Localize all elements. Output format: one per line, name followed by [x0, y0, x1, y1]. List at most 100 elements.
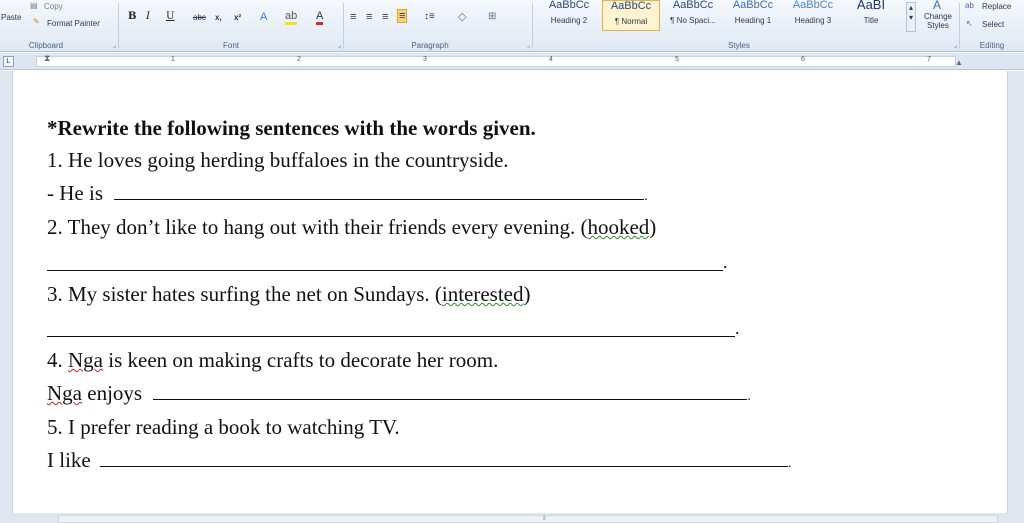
font-color-icon[interactable]: A	[316, 10, 324, 25]
answer-5-prefix: I like	[47, 448, 91, 472]
style-sample: AaBbCc	[792, 0, 834, 10]
font-launcher-icon[interactable]: ⌟	[338, 41, 341, 49]
ruler-number: 2	[297, 56, 301, 63]
underline-button[interactable]: U	[166, 11, 174, 22]
subscript-button[interactable]: x,	[215, 13, 222, 22]
answer-2-blank[interactable]	[47, 270, 723, 271]
answer-4-blank[interactable]	[153, 382, 748, 400]
style-name: Heading 3	[794, 16, 832, 25]
style-normal[interactable]: AaBbCc ¶ Normal	[602, 0, 660, 31]
styles-more-icon[interactable]: ▴ ▾	[906, 2, 916, 32]
text-effects-icon[interactable]: A	[260, 11, 267, 23]
select-icon[interactable]: ↖	[966, 19, 973, 28]
styles-label: Styles	[728, 41, 750, 50]
answer-5-period: .	[787, 456, 792, 471]
style-heading-2[interactable]: AaBbCc Heading 2	[541, 0, 597, 31]
strikethrough-button[interactable]: abc	[193, 13, 206, 22]
align-right-icon[interactable]: ≡	[382, 11, 388, 23]
style-sample: AaBbCc	[732, 0, 774, 10]
question-3-keyword: interested	[441, 282, 524, 306]
change-styles-icon[interactable]: A	[933, 0, 941, 12]
line-spacing-icon[interactable]: ↕≡	[424, 11, 435, 22]
tab-selector-icon[interactable]: L	[3, 56, 14, 67]
replace-button[interactable]: Replace	[982, 2, 1011, 11]
question-4-number: 4.	[47, 348, 68, 372]
style-heading-1[interactable]: AaBbCc Heading 1	[725, 0, 781, 31]
justify-icon[interactable]: ≡	[397, 9, 408, 23]
format-painter-button[interactable]: Format Painter	[47, 19, 100, 28]
answer-2-period: .	[723, 252, 728, 272]
highlight-icon[interactable]: ab	[285, 10, 298, 25]
ruler-number: 3	[423, 56, 427, 63]
styles-launcher-icon[interactable]: ⌟	[954, 41, 957, 49]
copy-icon[interactable]: ▤	[30, 1, 38, 10]
question-2-text: 2. They don’t like to hang out with thei…	[47, 215, 588, 239]
question-4-name: Nga	[68, 348, 103, 372]
answer-5-blank[interactable]	[99, 449, 788, 467]
answer-5-line: I like .	[47, 448, 791, 476]
replace-icon[interactable]: ab	[965, 1, 974, 10]
font-group: B I U abc x, x² A ab A Font ⌟	[119, 0, 343, 52]
ruler-number: 1	[171, 56, 175, 63]
right-indent-icon[interactable]: ▲	[955, 58, 963, 67]
clipboard-label: Clipboard	[28, 41, 64, 50]
question-4-text: is keen on making crafts to decorate her…	[103, 348, 499, 372]
shading-icon[interactable]: ◇	[458, 10, 466, 23]
question-1: 1. He loves going herding buffaloes in t…	[47, 148, 509, 172]
style-sample: AaBI	[856, 0, 886, 10]
document-page[interactable]: *Rewrite the following sentences with th…	[12, 71, 1008, 513]
style-no-spacing[interactable]: AaBbCc ¶ No Spaci...	[663, 0, 723, 31]
styles-group: AaBbCc Heading 2 AaBbCc ¶ Normal AaBbCc …	[533, 0, 959, 52]
format-painter-icon[interactable]: ✎	[33, 17, 40, 26]
style-sample: AaBbCc	[672, 0, 714, 10]
answer-1-line: - He is .	[47, 181, 648, 209]
scrollbar-grip-icon[interactable]: ⦀	[543, 516, 549, 522]
ribbon: Paste ▤ Copy ✎ Format Painter Clipboard …	[0, 0, 1024, 52]
answer-3-period: .	[735, 318, 740, 338]
align-left-icon[interactable]: ≡	[350, 11, 356, 23]
copy-button[interactable]: Copy	[44, 2, 63, 11]
superscript-button[interactable]: x²	[234, 13, 241, 22]
change-styles-button[interactable]: Change Styles	[920, 12, 956, 30]
clipboard-launcher-icon[interactable]: ⌟	[113, 41, 116, 49]
font-label: Font	[222, 41, 239, 50]
answer-4-period: .	[747, 389, 751, 404]
style-name: ¶ No Spaci...	[670, 16, 716, 25]
document-workspace: *Rewrite the following sentences with th…	[0, 71, 1024, 523]
answer-4-prefix: enjoys	[82, 381, 143, 405]
style-title[interactable]: AaBI Title	[843, 0, 899, 31]
paste-button[interactable]: Paste	[1, 13, 21, 22]
italic-button[interactable]: I	[146, 11, 150, 22]
editing-label: Editing	[979, 41, 1005, 50]
answer-3-blank[interactable]	[47, 336, 735, 337]
answer-1-blank[interactable]	[114, 182, 645, 200]
ruler-number: 6	[801, 56, 805, 63]
select-button[interactable]: Select	[982, 20, 1004, 29]
style-name: ¶ Normal	[614, 17, 648, 26]
indent-marker-icon[interactable]: ⧗	[44, 53, 50, 64]
question-3-text: 3. My sister hates surfing the net on Su…	[47, 282, 442, 306]
bold-button[interactable]: B	[128, 11, 136, 22]
style-name: Title	[863, 16, 879, 25]
clipboard-group: Paste ▤ Copy ✎ Format Painter Clipboard …	[0, 0, 118, 52]
horizontal-ruler[interactable]: L 1 2 3 4 5 6 7 ⧗ ▲	[0, 53, 1024, 70]
question-5: 5. I prefer reading a book to watching T…	[47, 415, 400, 439]
borders-icon[interactable]: ⊞	[488, 11, 496, 22]
exercise-heading: *Rewrite the following sentences with th…	[47, 116, 536, 140]
editing-group: ab Replace ↖ Select Editing	[960, 0, 1024, 52]
align-center-icon[interactable]: ≡	[366, 11, 372, 23]
question-2-keyword: hooked	[587, 215, 650, 239]
ruler-number: 7	[927, 56, 931, 63]
ruler-number: 5	[675, 56, 679, 63]
horizontal-scrollbar[interactable]: ⦀	[58, 515, 998, 523]
style-name: Heading 1	[734, 16, 772, 25]
question-2-close: )	[649, 215, 657, 239]
question-3: 3. My sister hates surfing the net on Su…	[47, 282, 531, 306]
question-4: 4. Nga is keen on making crafts to decor…	[47, 348, 498, 372]
style-heading-3[interactable]: AaBbCc Heading 3	[785, 0, 841, 31]
ruler-number: 4	[549, 56, 553, 63]
style-sample: AaBbCc	[548, 0, 590, 10]
paragraph-launcher-icon[interactable]: ⌟	[527, 41, 530, 49]
style-sample: AaBbCc	[610, 1, 652, 11]
paragraph-group: ≡ ≡ ≡ ≡ ↕≡ ◇ ⊞ Paragraph ⌟	[344, 0, 532, 52]
